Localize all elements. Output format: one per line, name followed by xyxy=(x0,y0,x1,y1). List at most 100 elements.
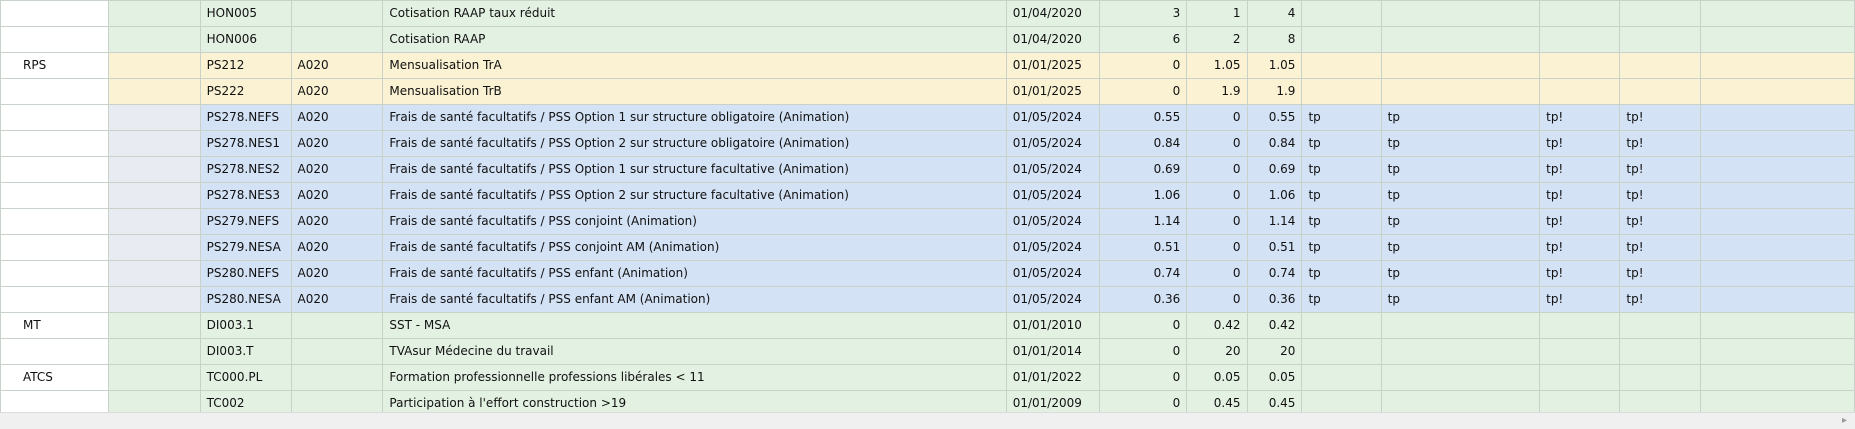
table-cell[interactable]: HON005 xyxy=(199,0,292,27)
table-cell[interactable]: A020 xyxy=(290,286,384,313)
table-cell[interactable]: 0 xyxy=(1098,338,1188,365)
table-cell[interactable] xyxy=(1699,260,1855,287)
table-cell[interactable]: tp xyxy=(1301,208,1382,235)
table-cell[interactable] xyxy=(1539,52,1621,79)
table-cell[interactable]: A020 xyxy=(290,78,384,105)
table-cell[interactable] xyxy=(1699,104,1855,131)
table-cell[interactable]: Cotisation RAAP xyxy=(382,26,1007,53)
table-cell[interactable] xyxy=(1699,26,1855,53)
table-cell[interactable]: PS279.NEFS xyxy=(199,208,292,235)
table-cell[interactable] xyxy=(1619,338,1701,365)
table-row[interactable]: PS222 A020 Mensualisation TrB 01/01/2025 0 1.… xyxy=(0,78,1855,105)
table-cell[interactable]: tp xyxy=(1380,130,1541,157)
table-cell[interactable] xyxy=(0,338,109,365)
table-cell[interactable] xyxy=(0,182,109,209)
table-cell[interactable]: tp xyxy=(1380,286,1541,313)
table-cell[interactable] xyxy=(1699,338,1855,365)
table-cell[interactable]: PS279.NESA xyxy=(199,234,292,261)
table-cell[interactable]: 0 xyxy=(1186,260,1248,287)
table-cell[interactable]: 0 xyxy=(1186,208,1248,235)
table-cell[interactable]: tp! xyxy=(1619,234,1701,261)
table-cell[interactable]: 0.84 xyxy=(1246,130,1303,157)
table-cell[interactable] xyxy=(107,52,201,79)
table-cell[interactable]: 0.51 xyxy=(1098,234,1188,261)
table-cell[interactable]: Frais de santé facultatifs / PSS enfant … xyxy=(382,260,1007,287)
table-row[interactable]: PS280.NESA A020 Frais de santé facultatifs… xyxy=(0,286,1855,313)
table-cell[interactable]: 3 xyxy=(1098,0,1188,27)
table-cell[interactable]: 1.14 xyxy=(1246,208,1303,235)
table-cell[interactable]: 6 xyxy=(1098,26,1188,53)
table-row[interactable]: PS279.NESA A020 Frais de santé facultatifs… xyxy=(0,234,1855,261)
table-cell[interactable]: 0 xyxy=(1186,104,1248,131)
table-cell[interactable] xyxy=(1539,338,1621,365)
table-cell[interactable]: 0.74 xyxy=(1246,260,1303,287)
table-cell[interactable] xyxy=(0,130,109,157)
table-cell[interactable]: 0 xyxy=(1098,78,1188,105)
table-cell[interactable] xyxy=(107,208,201,235)
table-cell[interactable] xyxy=(290,338,384,365)
table-cell[interactable]: tp xyxy=(1301,260,1382,287)
table-cell[interactable]: TC000.PL xyxy=(199,364,292,391)
table-cell[interactable] xyxy=(1301,0,1382,27)
table-cell[interactable]: 1.14 xyxy=(1098,208,1188,235)
table-row[interactable]: RPS PS212 A020 Mensualisation TrA 01/01/2025… xyxy=(0,52,1855,79)
table-cell[interactable]: tp xyxy=(1301,182,1382,209)
table-cell[interactable] xyxy=(0,260,109,287)
table-cell[interactable]: tp! xyxy=(1539,182,1621,209)
table-cell[interactable]: 0 xyxy=(1186,234,1248,261)
table-cell[interactable] xyxy=(107,234,201,261)
table-cell[interactable] xyxy=(0,286,109,313)
table-cell[interactable] xyxy=(107,260,201,287)
table-cell[interactable]: 0.69 xyxy=(1098,156,1188,183)
table-cell[interactable] xyxy=(1619,52,1701,79)
table-cell[interactable]: 0.51 xyxy=(1246,234,1303,261)
table-cell[interactable]: 1.05 xyxy=(1246,52,1303,79)
table-cell[interactable] xyxy=(1380,312,1541,339)
table-cell[interactable] xyxy=(1380,78,1541,105)
table-cell[interactable]: 0.05 xyxy=(1246,364,1303,391)
table-cell[interactable]: Formation professionnelle professions li… xyxy=(382,364,1007,391)
table-cell[interactable]: A020 xyxy=(290,182,384,209)
table-cell[interactable] xyxy=(107,78,201,105)
table-row[interactable]: MT DI003.1 SST - MSA 01/01/2010 0 0.42 0.42 xyxy=(0,312,1855,339)
table-cell[interactable] xyxy=(1699,156,1855,183)
table-cell[interactable]: PS222 xyxy=(199,78,292,105)
table-cell[interactable] xyxy=(290,364,384,391)
table-cell[interactable] xyxy=(1301,52,1382,79)
table-cell[interactable]: 4 xyxy=(1246,0,1303,27)
table-cell[interactable]: tp! xyxy=(1539,234,1621,261)
table-cell[interactable]: A020 xyxy=(290,208,384,235)
table-cell[interactable]: 01/01/2010 xyxy=(1005,312,1100,339)
table-cell[interactable]: 0 xyxy=(1098,312,1188,339)
table-cell[interactable] xyxy=(1699,52,1855,79)
table-cell[interactable]: PS278.NES1 xyxy=(199,130,292,157)
table-cell[interactable] xyxy=(107,182,201,209)
table-row[interactable]: PS279.NEFS A020 Frais de santé facultatifs… xyxy=(0,208,1855,235)
table-cell[interactable] xyxy=(1539,364,1621,391)
table-cell[interactable] xyxy=(1301,338,1382,365)
table-cell[interactable]: 0.74 xyxy=(1098,260,1188,287)
table-cell[interactable] xyxy=(107,286,201,313)
chevron-right-icon[interactable]: ▸ xyxy=(1842,415,1847,427)
table-cell[interactable]: 0 xyxy=(1098,52,1188,79)
table-cell[interactable] xyxy=(0,78,109,105)
table-cell[interactable]: tp xyxy=(1301,234,1382,261)
table-cell[interactable]: 01/04/2020 xyxy=(1005,0,1100,27)
table-cell[interactable]: 01/05/2024 xyxy=(1005,156,1100,183)
table-cell[interactable]: tp! xyxy=(1619,260,1701,287)
table-cell[interactable]: 01/05/2024 xyxy=(1005,130,1100,157)
table-cell[interactable]: A020 xyxy=(290,52,384,79)
table-cell[interactable]: 01/01/2014 xyxy=(1005,338,1100,365)
table-cell[interactable]: A020 xyxy=(290,156,384,183)
table-cell[interactable]: DI003.1 xyxy=(199,312,292,339)
table-cell[interactable] xyxy=(107,0,201,27)
table-cell[interactable]: A020 xyxy=(290,260,384,287)
table-cell[interactable] xyxy=(1539,26,1621,53)
table-cell[interactable]: tp xyxy=(1380,182,1541,209)
table-cell[interactable]: tp! xyxy=(1619,104,1701,131)
table-cell[interactable]: 0.55 xyxy=(1246,104,1303,131)
table-cell[interactable] xyxy=(0,234,109,261)
table-cell[interactable]: TVAsur Médecine du travail xyxy=(382,338,1007,365)
table-cell[interactable]: 01/01/2022 xyxy=(1005,364,1100,391)
table-cell[interactable]: tp! xyxy=(1619,182,1701,209)
